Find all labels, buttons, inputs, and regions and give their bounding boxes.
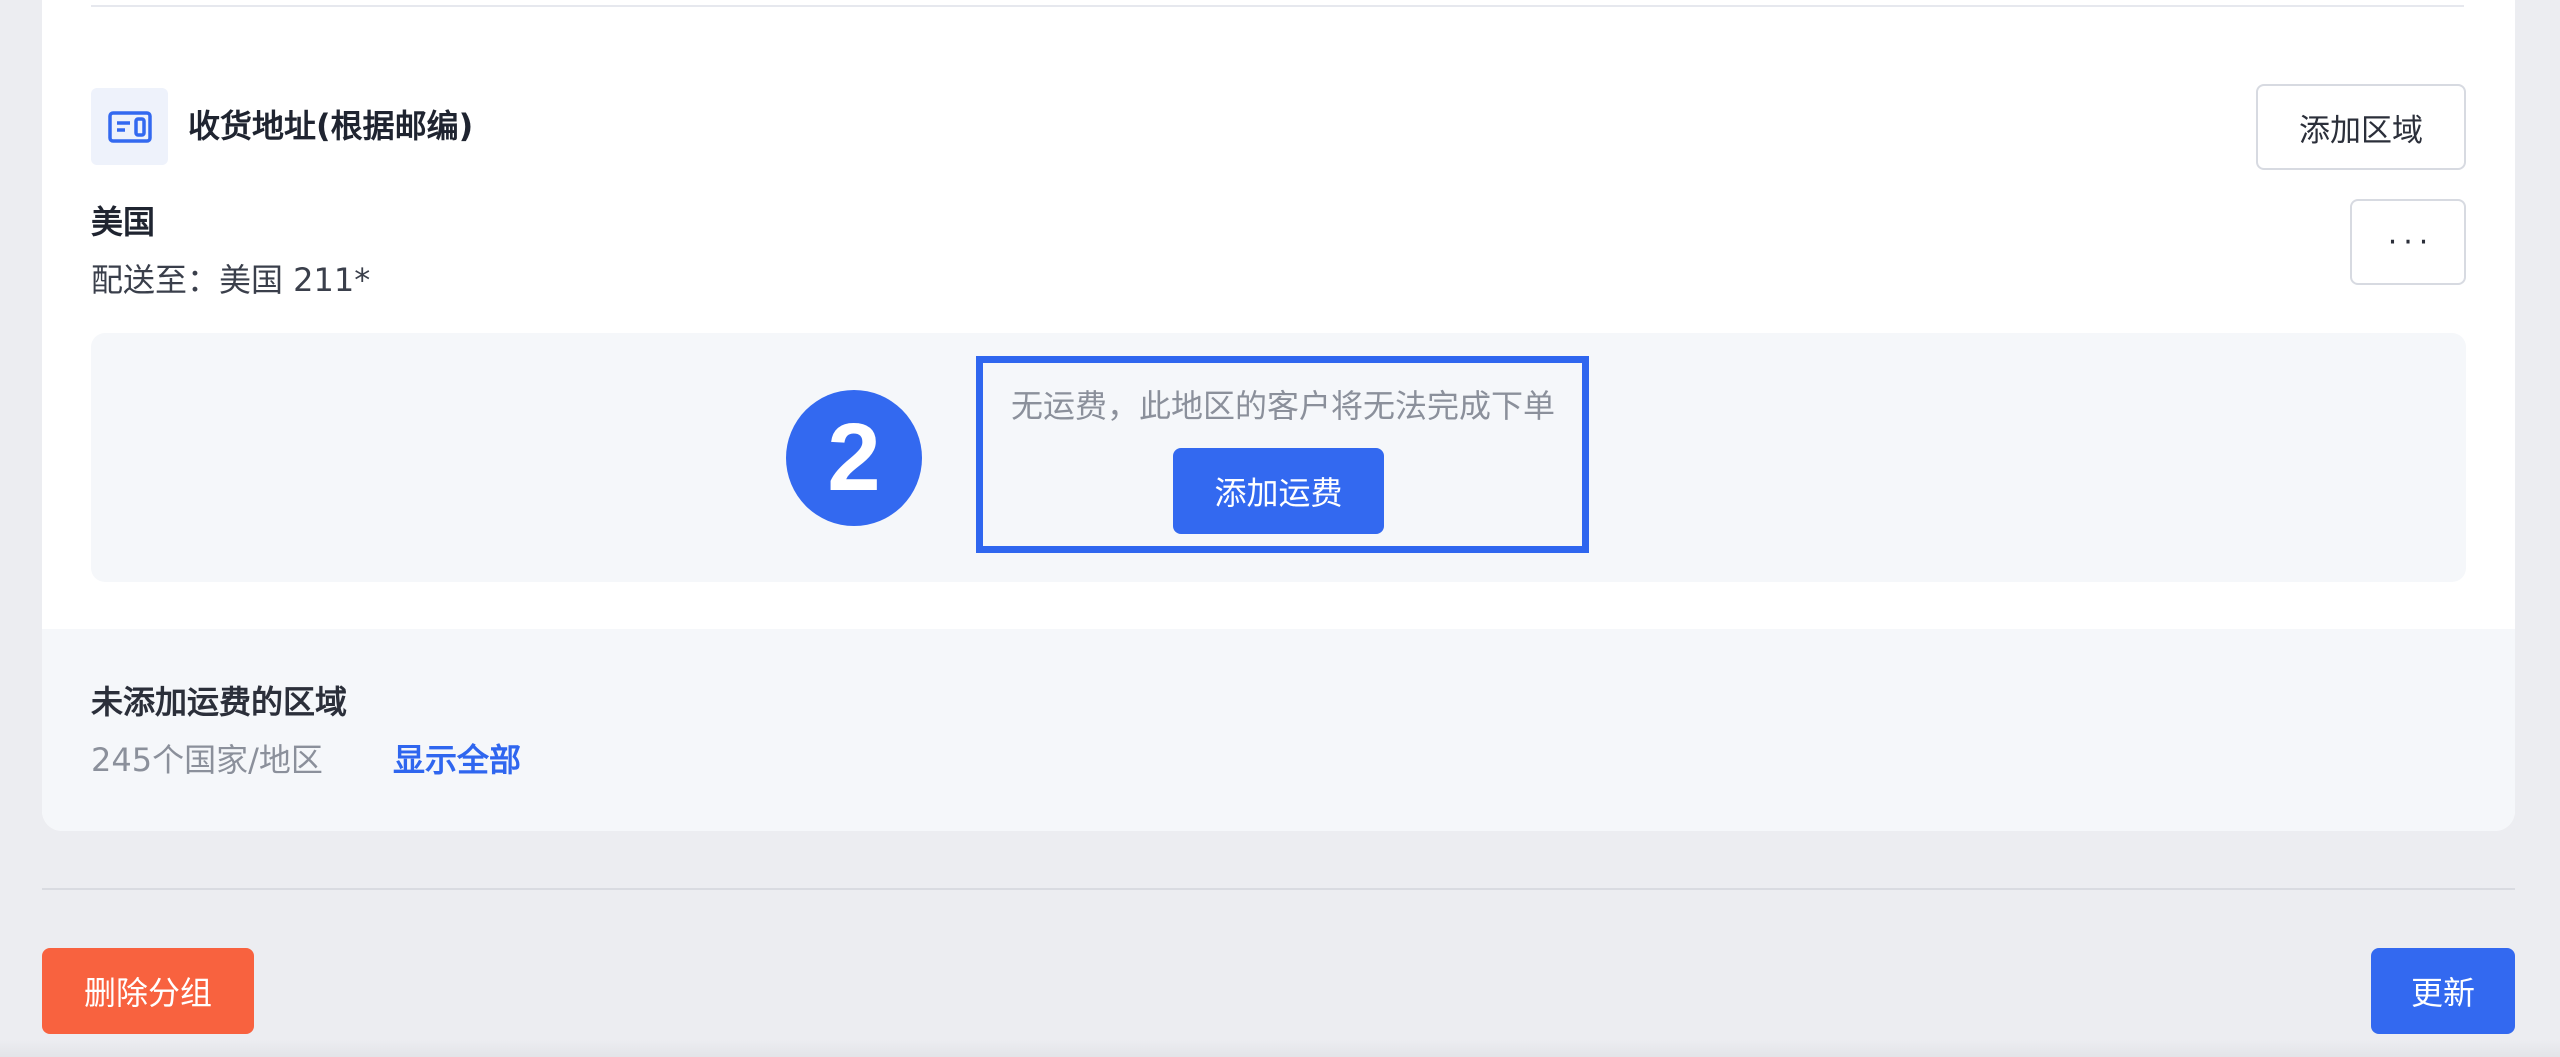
add-shipping-rate-button[interactable]: 添加运费	[1173, 448, 1384, 534]
delete-group-button[interactable]: 删除分组	[42, 948, 254, 1034]
unassigned-regions-section	[42, 629, 2515, 831]
zone-country-name: 美国	[91, 203, 156, 241]
footer-divider	[42, 888, 2515, 890]
show-all-link[interactable]: 显示全部	[393, 738, 521, 782]
update-button[interactable]: 更新	[2371, 948, 2515, 1034]
divider	[91, 5, 2464, 7]
zone-ship-to-text: 配送至：美国 211*	[91, 261, 371, 299]
more-options-button[interactable]: ···	[2350, 199, 2466, 285]
no-rate-message: 无运费，此地区的客户将无法完成下单	[1010, 387, 1555, 425]
add-region-button[interactable]: 添加区域	[2256, 84, 2466, 170]
shipping-group-editor: 收货地址(根据邮编) 添加区域 美国 配送至：美国 211* ··· 未添加运费…	[0, 0, 2560, 1057]
section-title: 收货地址(根据邮编)	[188, 107, 474, 145]
step-number-badge: 2	[786, 390, 922, 526]
bottom-shade	[0, 1040, 2560, 1057]
unassigned-regions-count: 245个国家/地区	[91, 741, 323, 779]
shipping-zone-icon	[91, 88, 168, 165]
unassigned-regions-title: 未添加运费的区域	[91, 683, 348, 721]
